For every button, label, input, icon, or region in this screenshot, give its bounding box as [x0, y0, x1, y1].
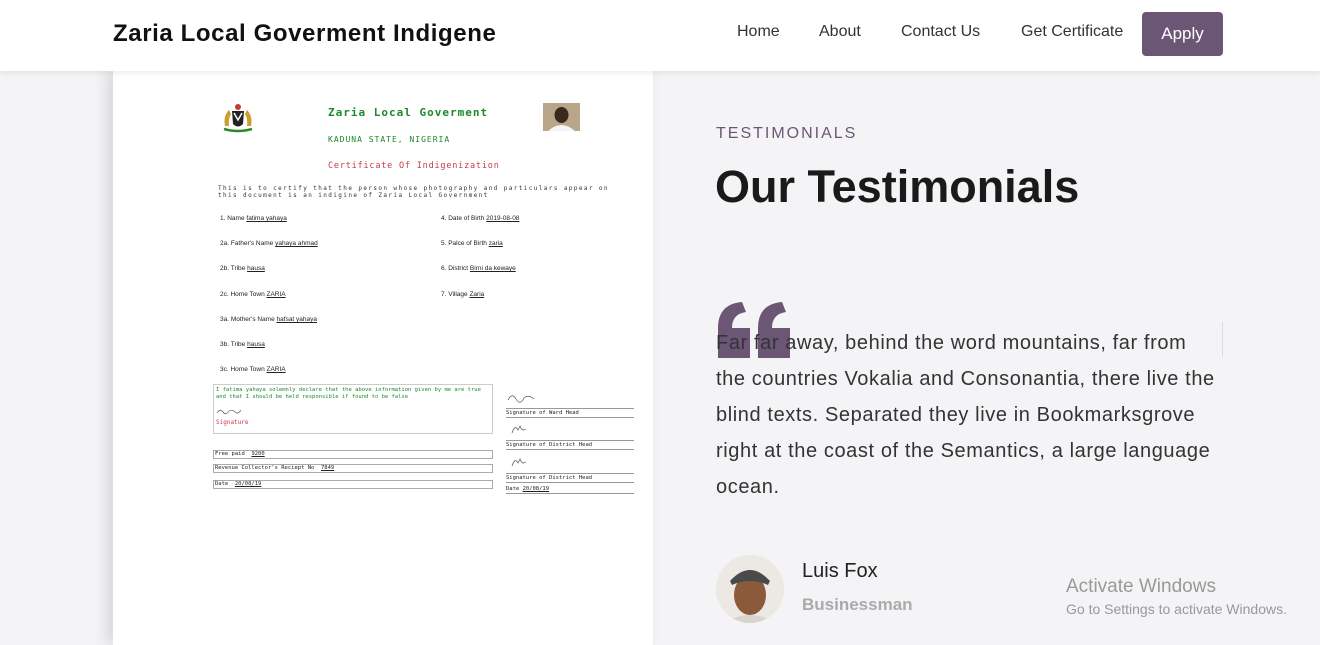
passport-photo [543, 103, 580, 131]
date-line: Date 20/08/19 [213, 480, 493, 489]
carousel-divider [1222, 322, 1223, 357]
author-role: Businessman [802, 595, 913, 614]
field-place-of-birth: 5. Palce of Birth zaria [441, 240, 503, 247]
fee-paid-line: Free paid 9200 [213, 450, 493, 459]
field-name: 1. Name fatima yahaya [220, 215, 287, 222]
apply-button[interactable]: Apply [1142, 12, 1223, 56]
field-mother-tribe: 3b. Tribe hausa [220, 341, 265, 348]
receipt-line: Revenue Collector's Reciept No 7849 [213, 464, 493, 473]
author-name: Luis Fox [802, 560, 878, 582]
field-date-of-birth: 4. Date of Birth 2019-08-08 [441, 215, 520, 222]
nav-about-link[interactable]: About [819, 23, 861, 41]
district-head-signature: Signature of District Head [506, 421, 634, 450]
navbar: Zaria Local Goverment Indigene Home Abou… [0, 0, 1320, 71]
ward-head-scribble [507, 395, 535, 403]
activate-windows-title: Activate Windows [1066, 576, 1216, 597]
field-mother-name: 3a. Mother's Name hafsat yahaya [220, 316, 318, 323]
applicant-signature [216, 409, 242, 415]
district-head-scribble [511, 425, 527, 434]
coat-of-arms-icon [223, 104, 253, 133]
field-home-town: 2c. Home Town ZARIA [220, 291, 286, 298]
field-district: 6. District Birni da kewaye [441, 265, 516, 272]
certificate-state: KADUNA STATE, NIGERIA [328, 135, 451, 144]
avatar [716, 555, 784, 623]
brand-logo-text[interactable]: Zaria Local Goverment Indigene [113, 20, 496, 48]
field-tribe: 2b. Tribe hausa [220, 265, 265, 272]
testimonials-eyebrow: TESTIMONIALS [716, 125, 858, 142]
district-head-signature-2: Signature of District Head Date 20/08/19 [506, 454, 634, 494]
certificate-heading: Certificate Of Indigenization [328, 161, 500, 171]
activate-windows-subtitle: Go to Settings to activate Windows. [1066, 601, 1287, 617]
certificate-title: Zaria Local Goverment [328, 106, 489, 119]
field-mother-home-town: 3c. Home Town ZARIA [220, 366, 286, 373]
nav-contact-link[interactable]: Contact Us [901, 23, 980, 41]
field-village: 7. Village Zaria [441, 291, 485, 298]
testimonial-quote: Far far away, behind the word mountains,… [716, 332, 1215, 498]
testimonials-heading: Our Testimonials [715, 161, 1080, 212]
certificate-intro: This is to certify that the person whose… [218, 185, 609, 199]
right-date-line: Date 20/08/19 [506, 485, 634, 494]
declaration-text: I fatima yahaya solemnly declare that th… [216, 387, 481, 400]
ward-head-signature: Signature of Ward Head [506, 389, 634, 418]
signature-label: Signature [216, 419, 249, 426]
nav-home-link[interactable]: Home [737, 23, 780, 41]
certificate-panel: Zaria Local Goverment KADUNA STATE, NIGE… [113, 71, 653, 645]
declaration-box: I fatima yahaya solemnly declare that th… [213, 384, 493, 434]
avatar-photo [716, 555, 784, 623]
nav-get-certificate-link[interactable]: Get Certificate [1021, 23, 1123, 41]
district-head-scribble-2 [511, 458, 527, 467]
field-father-name: 2a. Father's Name yahaya ahmad [220, 240, 318, 247]
